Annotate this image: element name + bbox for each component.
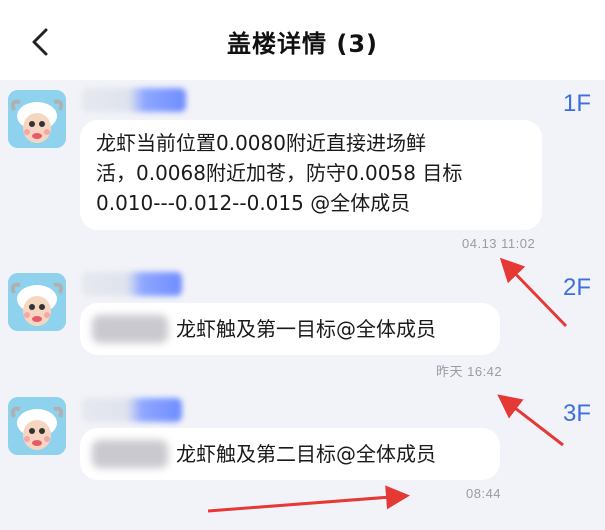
red-arrow-3 bbox=[207, 485, 410, 513]
red-arrow-1 bbox=[499, 257, 568, 328]
annotation-arrows bbox=[207, 257, 568, 513]
red-arrow-2 bbox=[497, 394, 564, 447]
